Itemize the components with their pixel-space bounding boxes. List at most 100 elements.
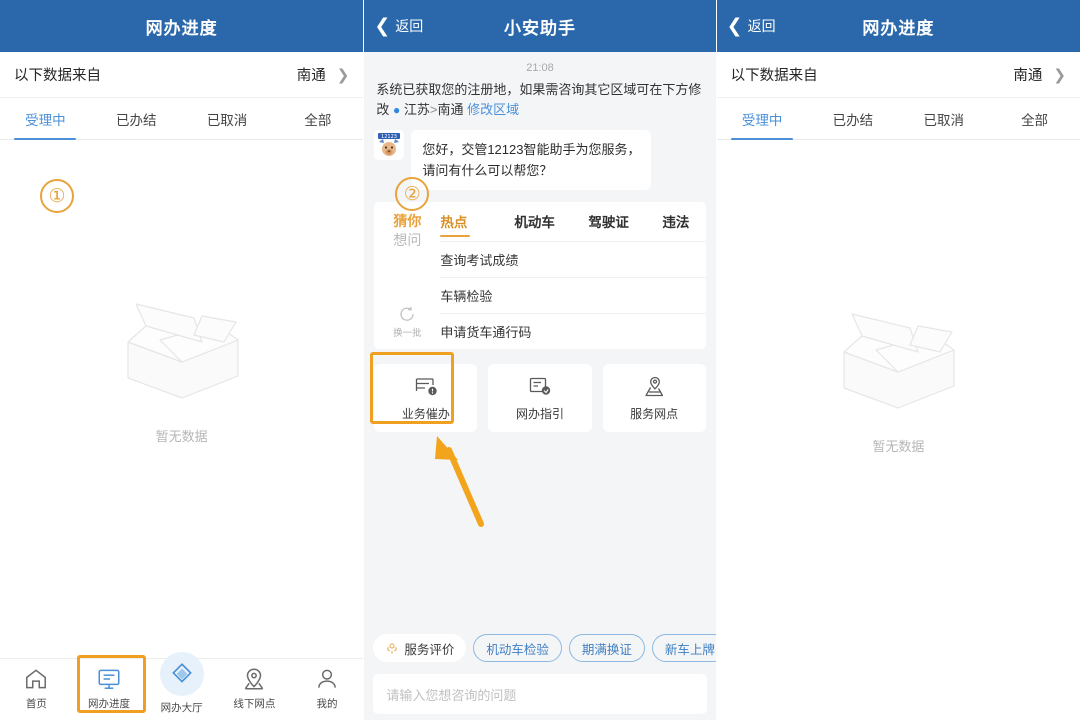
home-icon	[23, 666, 49, 692]
chip-license-renewal[interactable]: 期满换证	[569, 634, 645, 662]
status-tabs: 受理中 已办结 已取消 全部	[0, 98, 363, 140]
nav-item-home[interactable]: 首页	[0, 666, 73, 711]
page-title: 小安助手	[504, 14, 576, 39]
empty-box-illustration	[98, 280, 266, 408]
guess-row[interactable]: 查询考试成绩 ❯	[440, 241, 705, 277]
empty-box-illustration	[814, 290, 982, 418]
refresh-icon	[398, 305, 416, 323]
guess-row[interactable]: 车辆检验 ❯	[440, 277, 705, 313]
service-card-network[interactable]: 服务网点	[603, 364, 706, 432]
system-notice: 系统已获取您的注册地，如果需咨询其它区域可在下方修改 ● 江苏>南通 修改区域	[364, 80, 715, 120]
tab-accepting[interactable]: 受理中	[717, 98, 808, 139]
service-card-guide[interactable]: 网办指引	[488, 364, 591, 432]
guess-tab-vehicle[interactable]: 机动车	[514, 208, 588, 237]
nav-hall-bubble	[160, 652, 204, 696]
guess-tab-license[interactable]: 驾驶证	[588, 208, 662, 237]
panel2-header: ❮ 返回 小安助手	[364, 0, 715, 52]
map-pin-location-icon	[241, 666, 267, 692]
tab-all[interactable]: 全部	[272, 98, 363, 139]
panel-progress-initial: 网办进度 以下数据来自 南通 ❯ 受理中 已办结 已取消 全部	[0, 0, 363, 720]
bottom-navigation: 首页 网办进度 网办大厅	[0, 658, 363, 720]
chip-vehicle-inspection[interactable]: 机动车检验	[473, 634, 562, 662]
service-card-expedite[interactable]: 业务催办	[374, 364, 477, 432]
data-source-label: 以下数据来自	[731, 64, 818, 85]
chip-label: 服务评价	[404, 639, 454, 658]
nav-item-offline[interactable]: 线下网点	[218, 666, 291, 711]
empty-state: 暂无数据	[0, 280, 363, 445]
service-card-label: 网办指引	[516, 405, 564, 422]
chip-service-rating[interactable]: 服务评价	[373, 634, 466, 662]
document-guide-icon	[527, 374, 553, 400]
guess-category-tabs: 热点 机动车 驾驶证 违法	[440, 202, 705, 241]
panel1-header: 网办进度	[0, 0, 363, 52]
nav-item-progress[interactable]: 网办进度	[73, 666, 146, 711]
nav-label-offline: 线下网点	[233, 696, 275, 711]
tab-accepting[interactable]: 受理中	[0, 98, 91, 139]
panel-xiaoan-assistant: ❮ 返回 小安助手 21:08 系统已获取您的注册地，如果需咨询其它区域可在下方…	[364, 0, 715, 720]
selected-city: 南通	[297, 64, 326, 85]
guess-tab-violation[interactable]: 违法	[662, 208, 705, 237]
service-card-label: 服务网点	[630, 405, 678, 422]
system-notice-province: 江苏	[404, 102, 430, 117]
data-source-row[interactable]: 以下数据来自 南通 ❯	[0, 52, 363, 98]
data-source-label: 以下数据来自	[14, 64, 101, 85]
panel3-header: ❮ 返回 网办进度	[717, 0, 1080, 52]
chevron-right-icon: ❯	[337, 66, 350, 84]
change-region-link[interactable]: 修改区域	[467, 102, 519, 117]
data-source-row[interactable]: 以下数据来自 南通 ❯	[717, 52, 1080, 98]
refresh-label: 换一批	[393, 325, 422, 339]
orange-pointer-arrow	[417, 432, 497, 532]
refresh-batch-button[interactable]: 换一批	[393, 305, 422, 339]
tab-completed[interactable]: 已办结	[808, 98, 899, 139]
tab-cancelled[interactable]: 已取消	[898, 98, 989, 139]
guess-tab-hot[interactable]: 热点	[440, 208, 514, 237]
back-button[interactable]: ❮ 返回	[374, 0, 423, 52]
location-network-icon	[641, 374, 667, 400]
location-pin-icon: ●	[393, 103, 400, 117]
document-alert-icon	[413, 374, 439, 400]
deer-mascot-12123-avatar: 12123	[374, 130, 404, 160]
back-label: 返回	[748, 16, 776, 36]
three-panel-screenshot: 网办进度 以下数据来自 南通 ❯ 受理中 已办结 已取消 全部	[0, 0, 1080, 720]
annotation-marker-1: ①	[40, 179, 74, 213]
system-notice-city: 南通	[437, 102, 463, 117]
tab-cancelled[interactable]: 已取消	[182, 98, 273, 139]
svg-text:12123: 12123	[381, 134, 397, 140]
nav-item-hall[interactable]: 网办大厅	[145, 652, 218, 715]
panel-progress-from-assistant: ❮ 返回 网办进度 以下数据来自 南通 ❯ 受理中 已办结 已取消 全部	[717, 0, 1080, 720]
hall-diamond-icon	[169, 661, 195, 687]
chip-new-car-plate[interactable]: 新车上牌	[652, 634, 716, 662]
nav-item-mine[interactable]: 我的	[291, 666, 364, 711]
chevron-left-icon: ❮	[374, 17, 390, 36]
nav-label-progress: 网办进度	[88, 696, 130, 711]
back-button[interactable]: ❮ 返回	[727, 0, 776, 52]
tab-completed[interactable]: 已办结	[91, 98, 182, 139]
chat-input-field[interactable]: 请输入您想咨询的问题	[373, 674, 706, 714]
guess-title-line-1: 猜你	[393, 212, 421, 231]
chat-timestamp: 21:08	[364, 62, 715, 74]
empty-state-text: 暂无数据	[872, 436, 924, 455]
empty-state-text: 暂无数据	[156, 426, 208, 445]
guess-row[interactable]: 申请货车通行码 ❯	[440, 313, 705, 349]
chat-input-bar: 请输入您想咨询的问题	[364, 668, 715, 720]
tab-all[interactable]: 全部	[989, 98, 1080, 139]
guess-row-label: 车辆检验	[440, 286, 492, 305]
back-label: 返回	[395, 16, 423, 36]
guess-side-panel: 猜你 想问 换一批	[374, 202, 440, 349]
monitor-progress-icon	[96, 666, 122, 692]
user-profile-icon	[314, 666, 340, 692]
guess-title-line-2: 想问	[393, 231, 421, 250]
nav-label-hall: 网办大厅	[161, 700, 203, 715]
nav-label-home: 首页	[26, 696, 47, 711]
guess-row-label: 申请货车通行码	[440, 322, 531, 341]
page-title: 网办进度	[862, 14, 934, 39]
bot-message-line-2: 请问有什么可以帮您？	[422, 160, 640, 181]
guess-row-label: 查询考试成绩	[440, 250, 518, 269]
guess-you-ask-section: 猜你 想问 换一批 热点 机动车 驾驶证 违法	[374, 202, 705, 349]
service-card-row: 业务催办 网办指引 服务网点	[374, 364, 705, 432]
service-card-label: 业务催办	[402, 405, 450, 422]
selected-city: 南通	[1013, 64, 1042, 85]
chevron-left-icon: ❮	[727, 17, 743, 36]
status-tabs: 受理中 已办结 已取消 全部	[717, 98, 1080, 140]
nav-label-mine: 我的	[317, 696, 338, 711]
